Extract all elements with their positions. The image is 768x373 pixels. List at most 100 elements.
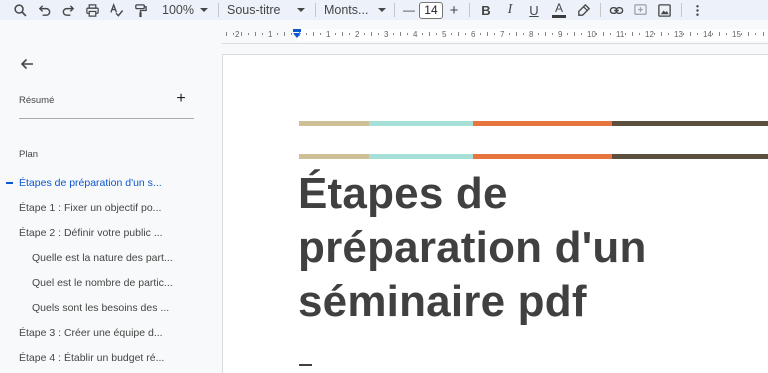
document-page[interactable]: Étapes de préparation d'un séminaire pdf <box>222 54 768 373</box>
ruler-tick <box>661 32 662 36</box>
chevron-down-icon <box>377 8 386 12</box>
insert-image-icon[interactable] <box>653 0 677 20</box>
ruler-tick <box>284 32 285 36</box>
ruler-number: 4 <box>413 30 418 39</box>
color-segment <box>369 121 473 126</box>
insert-link-icon[interactable] <box>605 0 629 20</box>
ruler-tick <box>763 32 764 36</box>
color-segment <box>473 154 612 159</box>
title-line: séminaire pdf <box>298 277 587 326</box>
ruler-tick <box>277 33 278 35</box>
document-outline-sidebar: Résumé + Plan Étapes de préparation d'un… <box>0 44 222 373</box>
outline-item[interactable]: Quel est le nombre de partic... <box>0 270 222 295</box>
font-value: Monts... <box>323 3 369 17</box>
color-segment <box>612 121 768 126</box>
ruler-tick <box>567 33 568 35</box>
ruler-tick <box>690 32 691 36</box>
ruler-tick <box>625 33 626 35</box>
outline-item-label: Étape 4 : Établir un budget ré... <box>19 351 165 364</box>
outline-item[interactable]: Quelle est la nature des part... <box>0 245 222 270</box>
outline-item-label: Quels sont les besoins des ... <box>32 301 170 314</box>
bold-button[interactable]: B <box>474 0 498 20</box>
undo-icon[interactable] <box>32 0 56 20</box>
ruler-tick <box>603 32 604 36</box>
ruler: 2 1 1 2 3 4 5 6 7 8 9 10 11 12 13 14 15 <box>222 20 768 44</box>
ruler-tick <box>465 33 466 35</box>
document-canvas: Étapes de préparation d'un séminaire pdf <box>222 44 768 373</box>
title-line: Étapes de <box>298 169 508 218</box>
zoom-value: 100% <box>162 3 194 17</box>
ruler-number: 2 <box>235 30 240 39</box>
outline-label: Plan <box>19 149 39 160</box>
ruler-tick <box>291 33 292 35</box>
decorative-color-line <box>299 154 768 159</box>
ruler-tick <box>436 33 437 35</box>
redo-icon[interactable] <box>56 0 80 20</box>
zoom-dropdown[interactable]: 100% <box>158 3 212 17</box>
ruler-number: 5 <box>442 30 447 39</box>
ruler-tick <box>335 33 336 35</box>
outline-item[interactable]: Étape 4 : Établir un budget ré... <box>0 345 222 370</box>
outline-item-label: Quel est le nombre de partic... <box>32 276 173 289</box>
ruler-tick <box>545 32 546 36</box>
ruler-tick <box>393 33 394 35</box>
increase-font-size-button[interactable]: + <box>443 0 465 20</box>
font-dropdown[interactable]: Monts... <box>320 3 390 17</box>
ruler-number: 9 <box>558 30 563 39</box>
ruler-number: 3 <box>384 30 389 39</box>
decrease-font-size-button[interactable]: — <box>399 0 419 20</box>
spellcheck-icon[interactable] <box>104 0 128 20</box>
ruler-tick <box>741 33 742 35</box>
back-arrow-icon[interactable] <box>18 55 36 73</box>
print-icon[interactable] <box>80 0 104 20</box>
font-size-input[interactable]: 14 <box>418 1 443 19</box>
ruler-number: 6 <box>471 30 476 39</box>
chevron-down-icon <box>296 8 305 12</box>
toolbar-divider <box>314 3 316 17</box>
outline-item[interactable]: Étape 2 : Définir votre public ... <box>0 220 222 245</box>
outline-item[interactable]: Étape 3 : Créer une équipe d... <box>0 320 222 345</box>
add-comment-icon[interactable] <box>629 0 653 20</box>
ruler-number: 11 <box>616 30 625 39</box>
ruler-tick <box>755 33 756 35</box>
color-segment <box>473 121 612 126</box>
search-menus-icon[interactable] <box>8 0 32 20</box>
outline-item[interactable]: Étape 1 : Fixer un objectif po... <box>0 195 222 220</box>
ruler-tick <box>241 32 242 36</box>
ruler-tick <box>480 33 481 35</box>
chevron-down-icon <box>199 8 208 12</box>
ruler-tick <box>712 33 713 35</box>
style-value: Sous-titre <box>226 3 281 17</box>
color-segment <box>299 154 369 159</box>
ruler-tick <box>596 33 597 35</box>
ruler-tick <box>371 32 372 36</box>
ruler-tick <box>364 33 365 35</box>
ruler-tick <box>248 33 249 35</box>
style-dropdown[interactable]: Sous-titre <box>223 3 309 17</box>
document-title[interactable]: Étapes de préparation d'un séminaire pdf <box>298 167 758 329</box>
ruler-tick <box>400 32 401 36</box>
outline-item[interactable]: Étapes de préparation d'un s... <box>0 170 222 195</box>
paint-format-icon[interactable] <box>128 0 152 20</box>
ruler-number: 10 <box>587 30 596 39</box>
outline-item[interactable]: Quels sont les besoins des ... <box>0 295 222 320</box>
add-summary-button[interactable]: + <box>174 91 188 107</box>
ruler-tick <box>581 33 582 35</box>
ruler-tick <box>306 33 307 35</box>
ruler-tick <box>726 33 727 35</box>
ruler-number: 8 <box>529 30 534 39</box>
ruler-tick <box>523 33 524 35</box>
more-options-icon[interactable] <box>686 0 710 20</box>
ruler-number: 1 <box>326 30 331 39</box>
highlight-pen-icon[interactable] <box>572 0 596 20</box>
color-segment <box>612 154 768 159</box>
toolbar-divider <box>468 3 470 17</box>
active-indicator <box>6 182 13 184</box>
toolbar: 100% Sous-titre Monts... — 14 + B I U A <box>0 0 768 20</box>
italic-button[interactable]: I <box>498 0 522 20</box>
summary-label: Résumé <box>19 95 55 106</box>
text-color-button[interactable]: A <box>546 0 572 20</box>
underline-button[interactable]: U <box>522 0 546 20</box>
ruler-tick <box>342 32 343 36</box>
ruler-tick <box>349 33 350 35</box>
